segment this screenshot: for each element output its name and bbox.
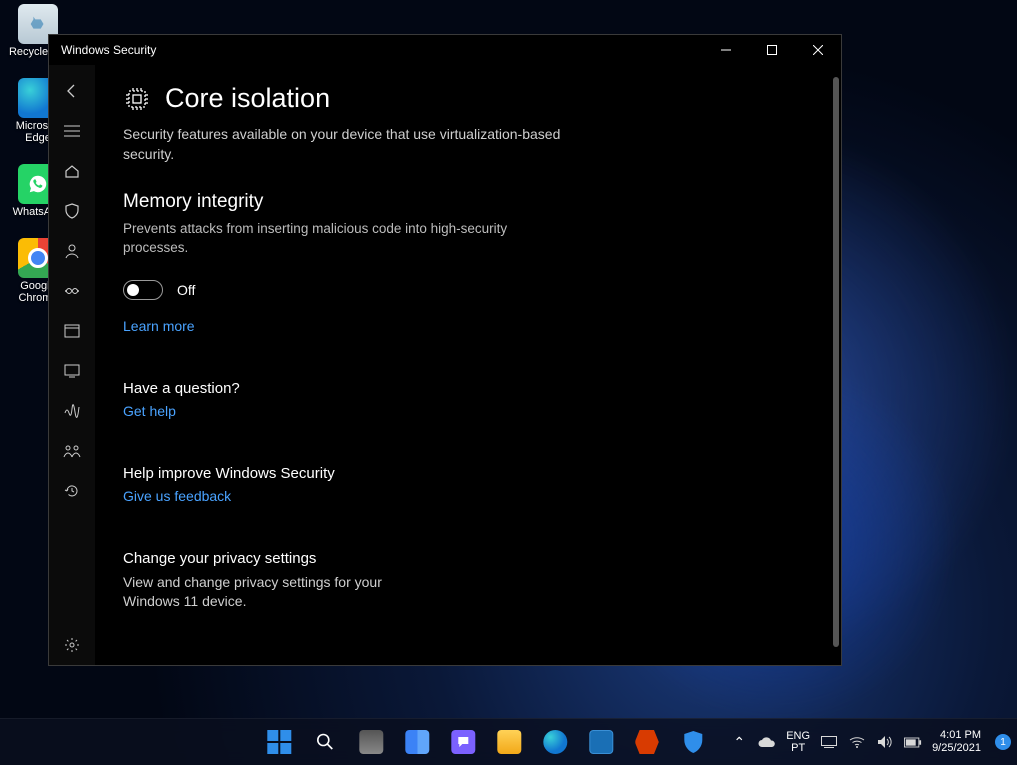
- notification-badge[interactable]: 1: [995, 734, 1011, 750]
- back-button[interactable]: [49, 71, 95, 111]
- store-button[interactable]: [581, 722, 621, 762]
- maximize-button[interactable]: [749, 35, 795, 65]
- wifi-icon[interactable]: [848, 733, 866, 751]
- feedback-link[interactable]: Give us feedback: [123, 488, 231, 504]
- close-button[interactable]: [795, 35, 841, 65]
- language-indicator[interactable]: ENGPT: [786, 730, 810, 754]
- memory-integrity-heading: Memory integrity: [123, 191, 813, 213]
- edge-taskbar-button[interactable]: [535, 722, 575, 762]
- page-subtitle: Security features available on your devi…: [123, 124, 593, 165]
- improve-heading: Help improve Windows Security: [123, 465, 813, 482]
- clock[interactable]: 4:01 PM9/25/2021: [932, 729, 981, 754]
- learn-more-link[interactable]: Learn more: [123, 318, 195, 334]
- sidebar-item-home[interactable]: [49, 151, 95, 191]
- windows-security-window: Windows Security: [48, 34, 842, 666]
- sidebar: [49, 65, 95, 665]
- page-title: Core isolation: [165, 83, 330, 114]
- settings-button[interactable]: [49, 625, 95, 665]
- tray-chevron-icon[interactable]: ⌃: [730, 733, 748, 751]
- minimize-button[interactable]: [703, 35, 749, 65]
- question-heading: Have a question?: [123, 380, 813, 397]
- get-help-link[interactable]: Get help: [123, 403, 176, 419]
- sidebar-item-performance[interactable]: [49, 391, 95, 431]
- widgets-button[interactable]: [397, 722, 437, 762]
- toggle-state-label: Off: [177, 282, 195, 298]
- security-taskbar-button[interactable]: [673, 722, 713, 762]
- memory-integrity-toggle[interactable]: [123, 280, 163, 300]
- sidebar-item-app-browser[interactable]: [49, 311, 95, 351]
- start-button[interactable]: [259, 722, 299, 762]
- search-button[interactable]: [305, 722, 345, 762]
- titlebar: Windows Security: [49, 35, 841, 65]
- content-area: Core isolation Security features availab…: [95, 65, 833, 665]
- sidebar-item-account[interactable]: [49, 231, 95, 271]
- sidebar-item-device-security[interactable]: [49, 351, 95, 391]
- menu-button[interactable]: [49, 111, 95, 151]
- volume-icon[interactable]: [876, 733, 894, 751]
- file-explorer-button[interactable]: [489, 722, 529, 762]
- office-button[interactable]: [627, 722, 667, 762]
- core-isolation-icon: [123, 85, 151, 113]
- taskbar: ⌃ ENGPT 4:01 PM9/25/2021 1: [0, 718, 1017, 765]
- scrollbar[interactable]: [833, 77, 839, 647]
- privacy-desc: View and change privacy settings for you…: [123, 573, 383, 612]
- sidebar-item-family[interactable]: [49, 431, 95, 471]
- window-title: Windows Security: [49, 43, 703, 57]
- sidebar-item-virus[interactable]: [49, 191, 95, 231]
- sidebar-item-history[interactable]: [49, 471, 95, 511]
- onedrive-icon[interactable]: [758, 733, 776, 751]
- input-icon[interactable]: [820, 733, 838, 751]
- battery-icon[interactable]: [904, 733, 922, 751]
- sidebar-item-firewall[interactable]: [49, 271, 95, 311]
- memory-integrity-desc: Prevents attacks from inserting maliciou…: [123, 219, 553, 258]
- system-tray: ⌃ ENGPT 4:01 PM9/25/2021 1: [730, 729, 1011, 754]
- privacy-heading: Change your privacy settings: [123, 550, 813, 567]
- task-view-button[interactable]: [351, 722, 391, 762]
- chat-button[interactable]: [443, 722, 483, 762]
